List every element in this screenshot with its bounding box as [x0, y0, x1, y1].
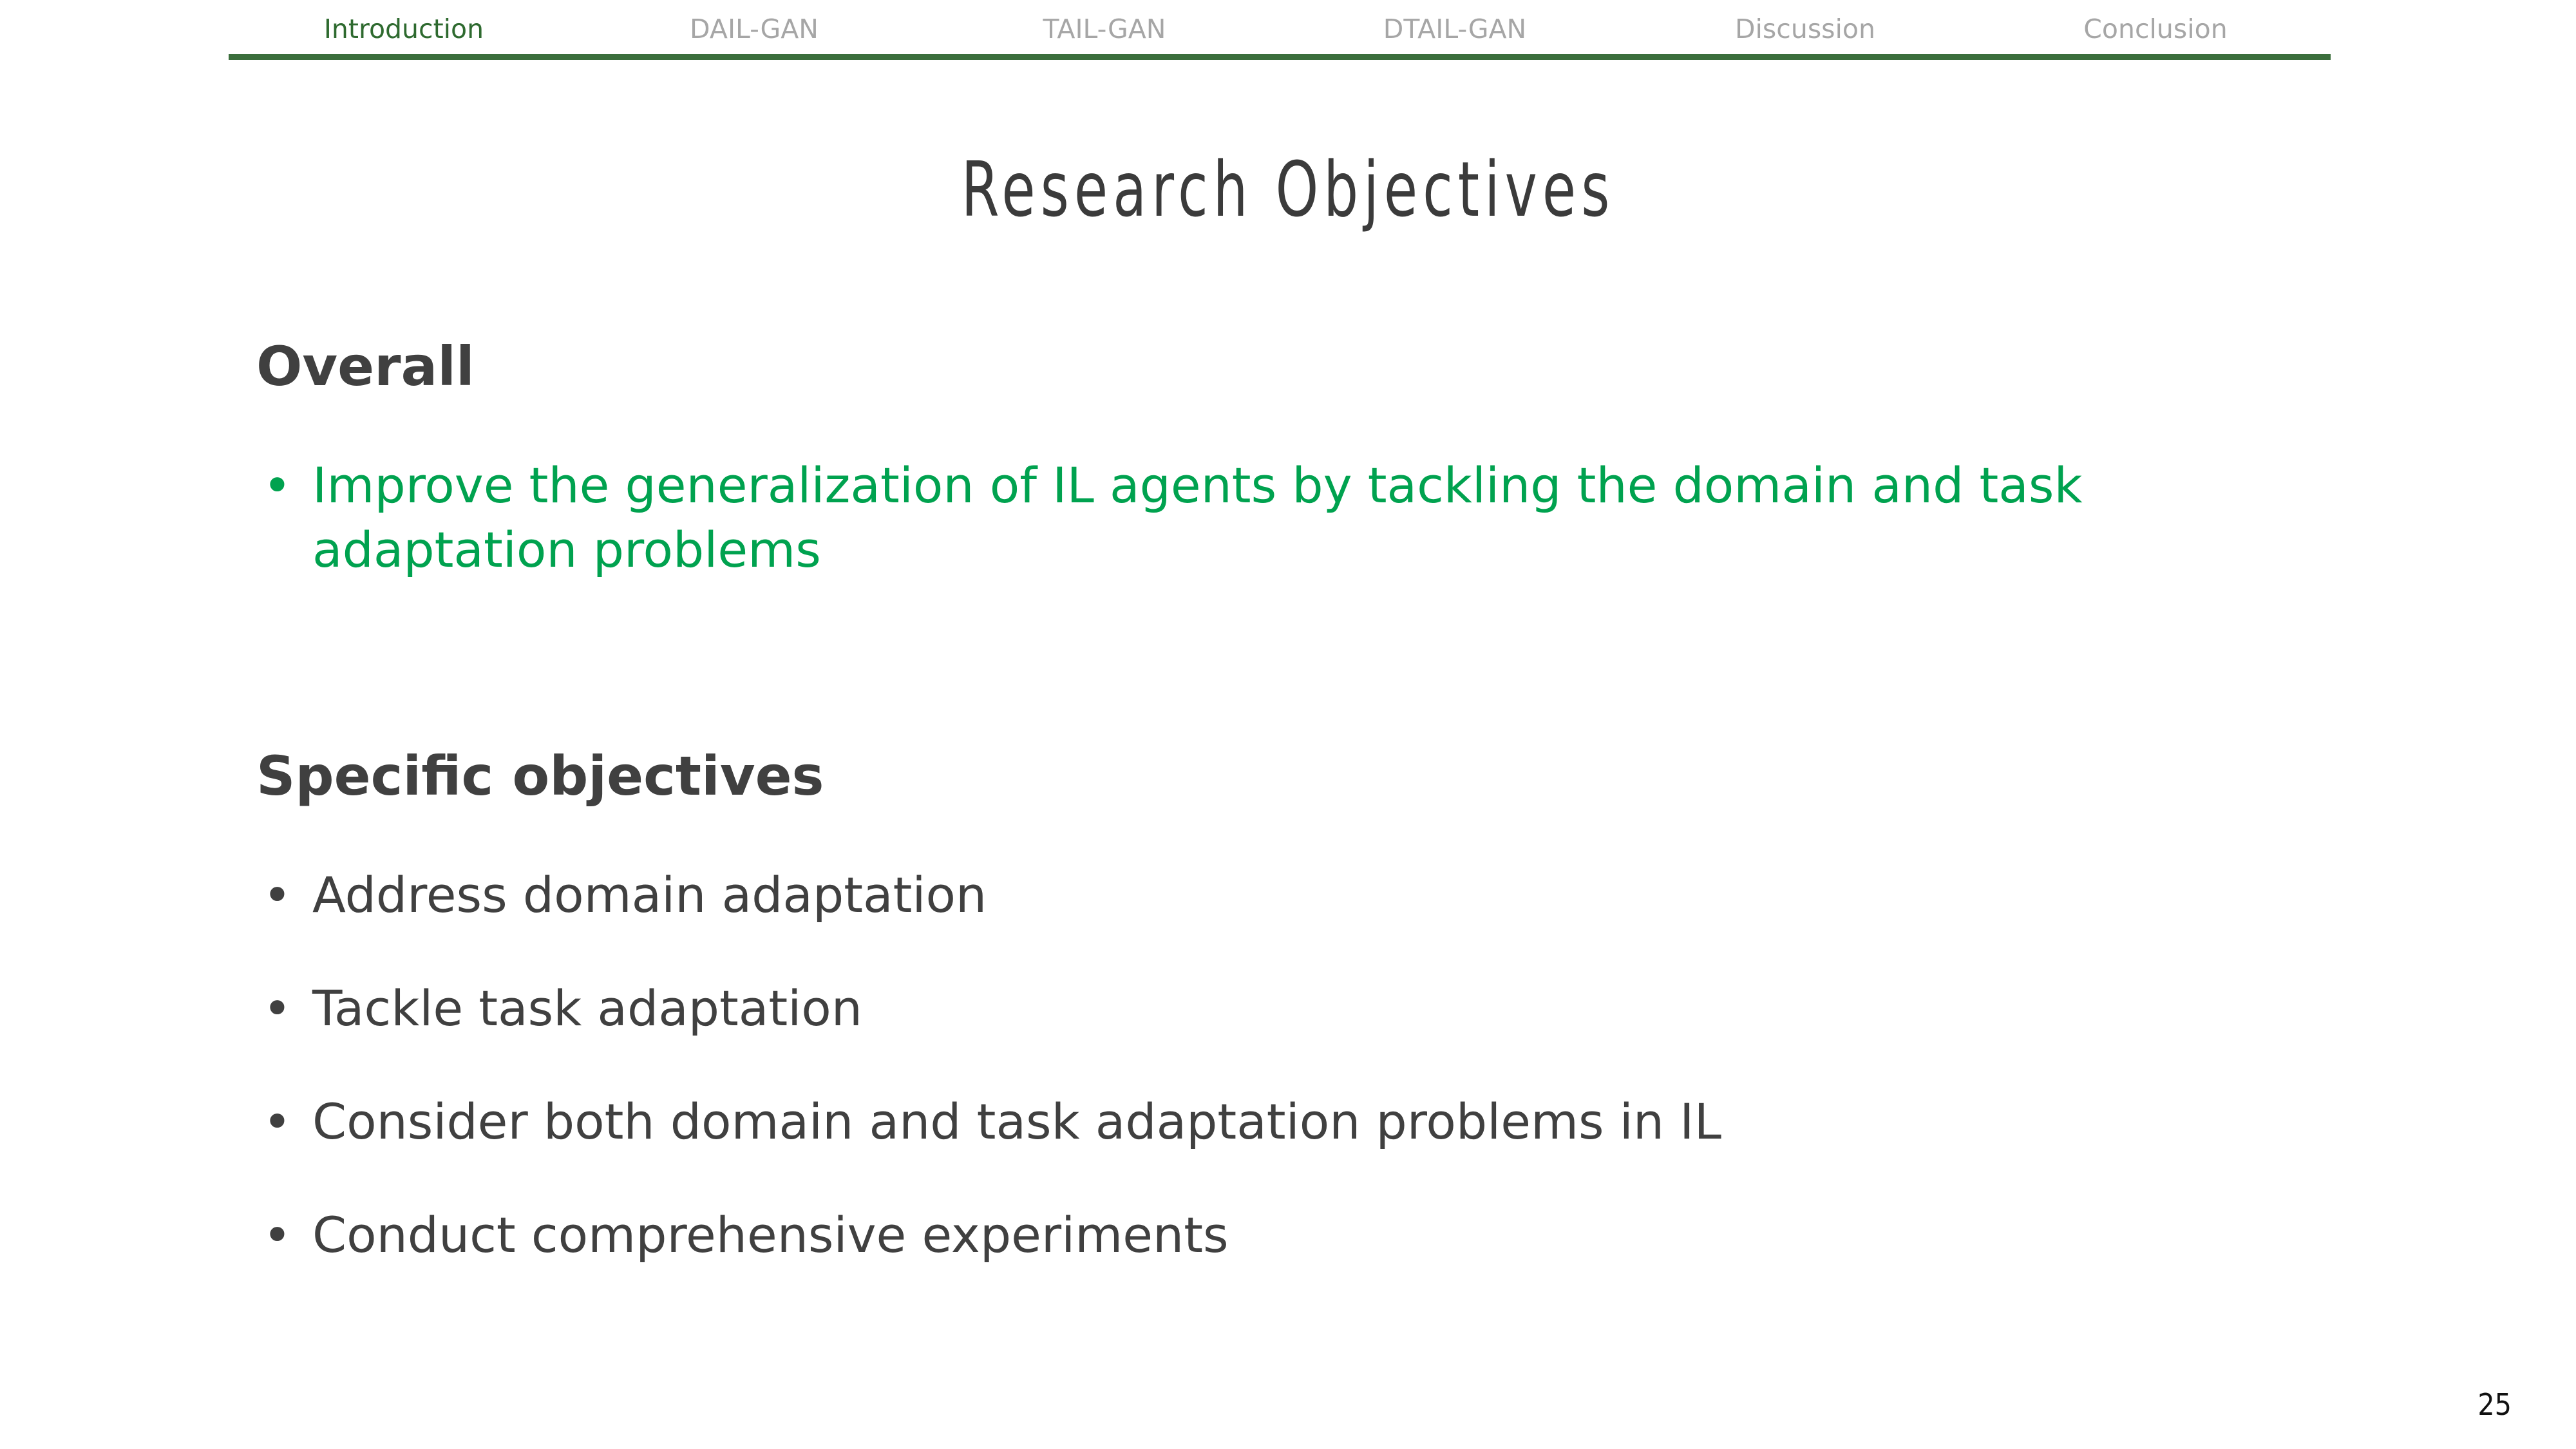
tab-dtail-gan[interactable]: DTAIL-GAN [1280, 0, 1630, 54]
specific-bullet: • Consider both domain and task adaptati… [256, 1090, 2336, 1154]
tab-tail-gan[interactable]: TAIL-GAN [929, 0, 1280, 54]
bullet-dot-icon: • [263, 1206, 292, 1264]
bullet-text: Address domain adaptation [312, 866, 987, 923]
tab-conclusion[interactable]: Conclusion [1980, 0, 2331, 54]
bullet-dot-icon: • [263, 457, 292, 514]
specific-bullet: • Address domain adaptation [256, 863, 2336, 927]
overall-bullet: • Improve the generalization of IL agent… [256, 453, 2336, 582]
bullet-text: Tackle task adaptation [312, 980, 862, 1037]
specific-objectives-heading: Specific objectives [256, 744, 824, 808]
tab-introduction[interactable]: Introduction [229, 0, 579, 54]
overall-heading: Overall [256, 335, 475, 398]
bullet-text: Consider both domain and task adaptation… [312, 1093, 1721, 1150]
specific-bullet: • Tackle task adaptation [256, 976, 2336, 1041]
tab-discussion[interactable]: Discussion [1630, 0, 1980, 54]
specific-bullet: • Conduct comprehensive experiments [256, 1203, 2336, 1267]
bullet-dot-icon: • [263, 866, 292, 923]
page-number: 25 [2477, 1387, 2512, 1422]
bullet-text: Conduct comprehensive experiments [312, 1206, 1229, 1264]
slide-title: Research Objectives [961, 145, 1615, 234]
tab-dail-gan[interactable]: DAIL-GAN [579, 0, 929, 54]
bullet-dot-icon: • [263, 980, 292, 1037]
bullet-dot-icon: • [263, 1093, 292, 1150]
section-nav: Introduction DAIL-GAN TAIL-GAN DTAIL-GAN… [229, 0, 2331, 60]
bullet-text: Improve the generalization of IL agents … [312, 457, 2083, 578]
